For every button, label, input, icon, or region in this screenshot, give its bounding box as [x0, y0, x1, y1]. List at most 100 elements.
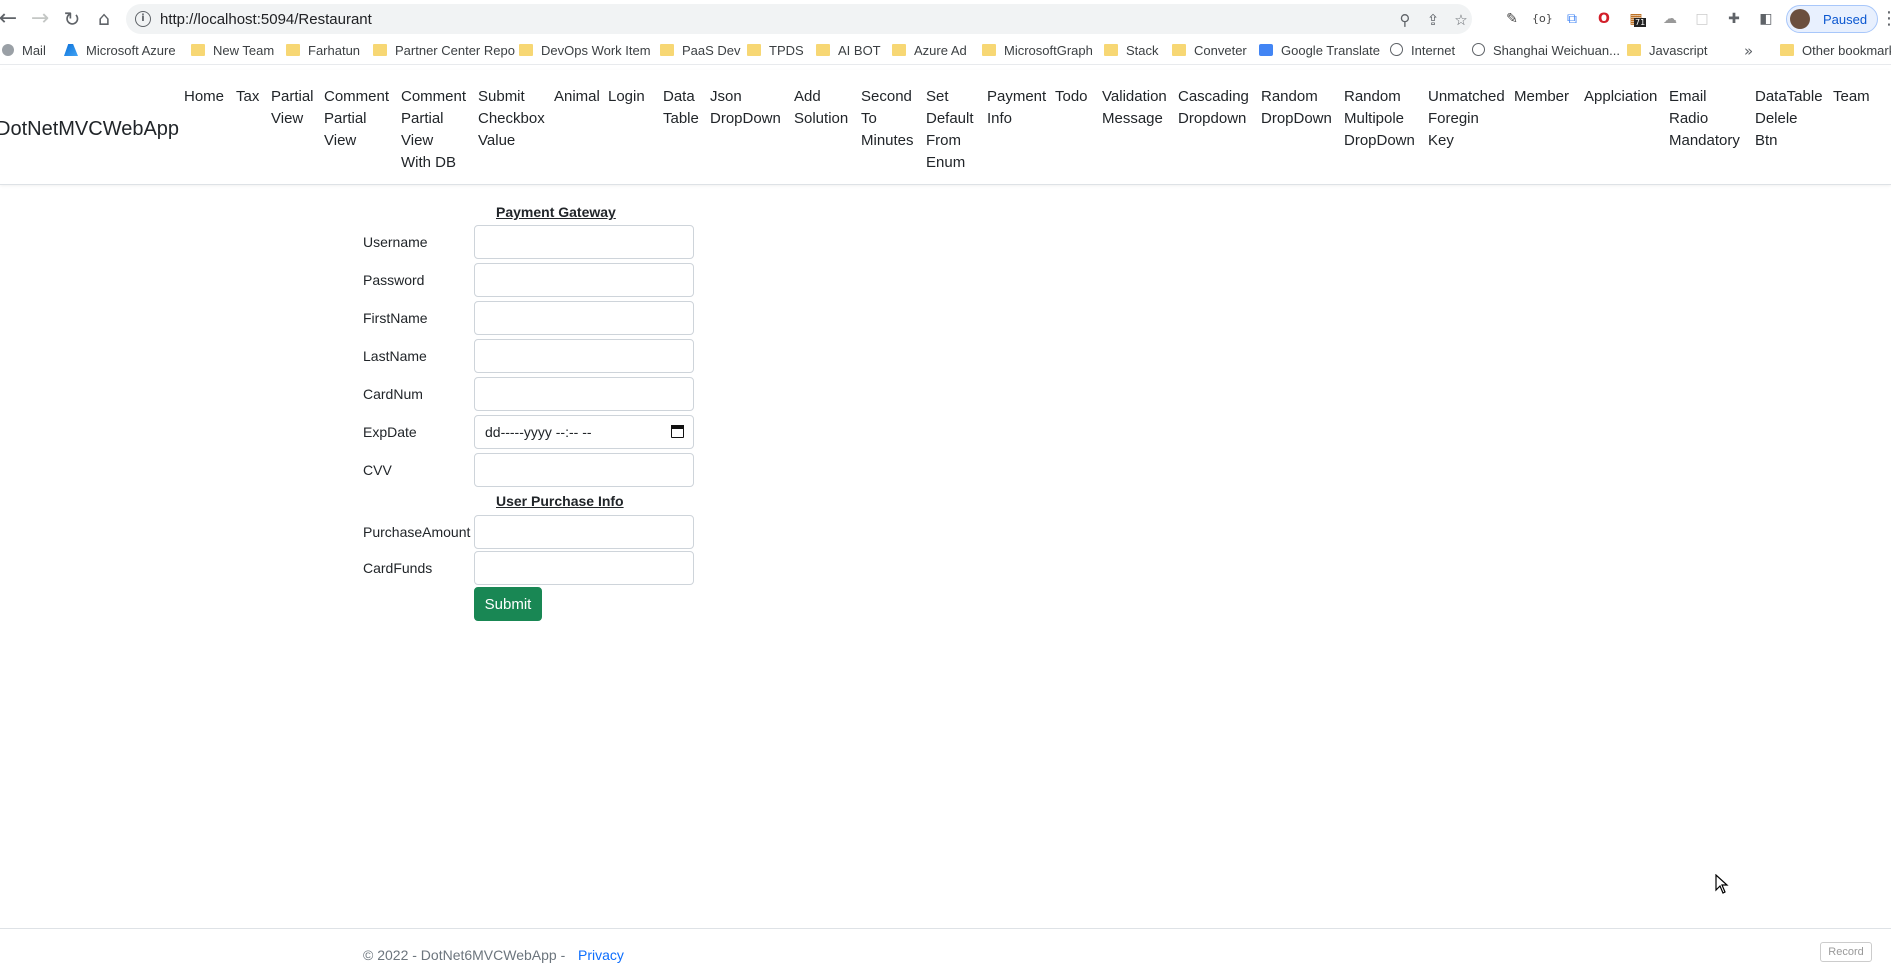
site-footer: © 2022 - DotNet6MVCWebApp - Privacy: [0, 928, 1891, 963]
profile-status: Paused: [1823, 12, 1868, 27]
bookmark-azure-ad[interactable]: Azure Ad: [892, 42, 967, 60]
nav-item-partial-view[interactable]: Partial View: [271, 86, 314, 130]
extension-cloud-icon[interactable]: ☁: [1660, 9, 1680, 29]
extension-blank-icon[interactable]: □: [1692, 9, 1712, 29]
profile-button[interactable]: Paused: [1786, 5, 1878, 33]
folder-icon: [982, 44, 996, 56]
url-text[interactable]: http://localhost:5094/Restaurant: [160, 11, 372, 28]
nav-item-comment-partial-view[interactable]: Comment Partial View: [324, 86, 389, 152]
nav-item-payment-info[interactable]: Payment Info: [987, 86, 1046, 130]
bookmark-new-team[interactable]: New Team: [191, 42, 274, 60]
cardfunds-input[interactable]: [474, 551, 694, 585]
zoom-icon[interactable]: ⚲: [1395, 10, 1415, 30]
firstname-input[interactable]: [474, 301, 694, 335]
forward-icon[interactable]: →: [26, 5, 54, 33]
extension-opera-icon[interactable]: O: [1594, 9, 1614, 29]
browser-menu-icon[interactable]: ⋮: [1880, 9, 1891, 29]
nav-item-data-table[interactable]: Data Table: [663, 86, 699, 130]
bookmark-stack[interactable]: Stack: [1104, 42, 1159, 60]
cvv-input[interactable]: [474, 453, 694, 487]
side-panel-icon[interactable]: ◧: [1756, 9, 1776, 29]
nav-item-cascading-dropdown[interactable]: Cascading Dropdown: [1178, 86, 1249, 130]
bookmark-label: Other bookmarks: [1802, 43, 1891, 58]
bookmark-devops-work-item[interactable]: DevOps Work Item: [519, 42, 651, 60]
folder-icon: [892, 44, 906, 56]
folder-icon: [191, 44, 205, 56]
cardnum-input[interactable]: [474, 377, 694, 411]
nav-item-add-solution[interactable]: Add Solution: [794, 86, 848, 130]
username-input[interactable]: [474, 225, 694, 259]
nav-item-team[interactable]: Team: [1833, 86, 1870, 108]
calendar-icon[interactable]: [671, 425, 684, 438]
bookmark-star-icon[interactable]: ☆: [1451, 10, 1471, 30]
bookmark-paas-dev[interactable]: PaaS Dev: [660, 42, 741, 60]
bookmark-microsoft-azure[interactable]: Microsoft Azure: [64, 42, 176, 60]
nav-item-random-dropdown[interactable]: Random DropDown: [1261, 86, 1332, 130]
bookmark-label: Mail: [22, 43, 46, 58]
extension-json-icon[interactable]: {o}: [1532, 9, 1553, 29]
bookmark-google-translate[interactable]: Google Translate: [1259, 42, 1380, 60]
bookmark-tpds[interactable]: TPDS: [747, 42, 804, 60]
nav-item-tax[interactable]: Tax: [236, 86, 259, 108]
nav-item-animal[interactable]: Animal: [554, 86, 600, 108]
nav-item-datatable-delele-btn[interactable]: DataTable Delele Btn: [1755, 86, 1823, 152]
bookmark-internet[interactable]: Internet: [1390, 42, 1455, 60]
extension-counter-icon[interactable]: ▦71: [1626, 9, 1647, 29]
site-navbar: DotNetMVCWebApp Home Tax Partial View Comme…: [0, 70, 1891, 185]
bookmark-label: Shanghai Weichuan...: [1493, 43, 1620, 58]
submit-button[interactable]: Submit: [474, 587, 542, 621]
nav-item-applciation[interactable]: Applciation: [1584, 86, 1657, 108]
purchaseamount-input[interactable]: [474, 515, 694, 549]
folder-icon: [816, 44, 830, 56]
share-icon[interactable]: ⇪: [1423, 10, 1443, 30]
lastname-input[interactable]: [474, 339, 694, 373]
address-bar[interactable]: i http://localhost:5094/Restaurant ⚲ ⇪ ☆: [126, 4, 1472, 34]
reload-icon[interactable]: ↻: [58, 5, 86, 33]
firstname-label: FirstName: [363, 310, 428, 326]
nav-item-unmatched-foregin-key[interactable]: Unmatched Foregin Key: [1428, 86, 1505, 152]
privacy-link[interactable]: Privacy: [578, 947, 624, 963]
folder-icon: [1104, 44, 1118, 56]
nav-item-member[interactable]: Member: [1514, 86, 1569, 108]
nav-item-login[interactable]: Login: [608, 86, 645, 108]
bookmark-label: Stack: [1126, 43, 1159, 58]
nav-item-todo[interactable]: Todo: [1055, 86, 1088, 108]
bookmarks-bar: Mail Microsoft Azure New Team Farhatun P…: [0, 38, 1891, 65]
bookmarks-overflow-icon[interactable]: »: [1744, 42, 1753, 60]
nav-item-validation-message[interactable]: Validation Message: [1102, 86, 1167, 130]
site-brand[interactable]: DotNetMVCWebApp: [0, 118, 179, 141]
avatar: [1790, 9, 1810, 29]
payment-gateway-title: Payment Gateway: [496, 204, 616, 220]
extensions-puzzle-icon[interactable]: ✚: [1724, 9, 1744, 29]
bookmark-shanghai-weichuan[interactable]: Shanghai Weichuan...: [1472, 42, 1620, 60]
nav-item-email-radio-mandatory[interactable]: Email Radio Mandatory: [1669, 86, 1740, 152]
bookmark-conveter[interactable]: Conveter: [1172, 42, 1247, 60]
nav-item-comment-partial-view-with-db[interactable]: Comment Partial View With DB: [401, 86, 466, 174]
extension-edit-icon[interactable]: ✎: [1502, 9, 1522, 29]
nav-item-json-dropdown[interactable]: Json DropDown: [710, 86, 781, 130]
record-button[interactable]: Record: [1820, 942, 1872, 962]
purchaseamount-label: PurchaseAmount: [363, 524, 471, 540]
bookmark-partner-center-repo[interactable]: Partner Center Repo: [373, 42, 515, 60]
expdate-input[interactable]: dd-----yyyy --:-- --: [474, 415, 694, 449]
bookmark-other-bookmarks[interactable]: Other bookmarks: [1780, 42, 1891, 60]
nav-item-submit-checkbox-value[interactable]: Submit Checkbox Value: [478, 86, 545, 152]
nav-item-second-to-minutes[interactable]: Second To Minutes: [861, 86, 914, 152]
bookmark-javascript[interactable]: Javascript: [1627, 42, 1708, 60]
nav-item-random-multipole-dropdown[interactable]: Random Multipole DropDown: [1344, 86, 1415, 152]
mail-icon: [2, 44, 14, 56]
back-icon[interactable]: ←: [0, 5, 22, 33]
bookmark-ai-bot[interactable]: AI BOT: [816, 42, 881, 60]
username-label: Username: [363, 234, 428, 250]
folder-icon: [1627, 44, 1641, 56]
bookmark-mail[interactable]: Mail: [2, 42, 46, 60]
site-info-icon[interactable]: i: [135, 11, 151, 27]
bookmark-label: New Team: [213, 43, 275, 58]
extension-translate-icon[interactable]: ⧉: [1562, 9, 1582, 29]
password-input[interactable]: [474, 263, 694, 297]
bookmark-farhatun[interactable]: Farhatun: [286, 42, 360, 60]
nav-item-set-default-from-enum[interactable]: Set Default From Enum: [926, 86, 974, 174]
home-icon[interactable]: ⌂: [90, 5, 118, 33]
nav-item-home[interactable]: Home: [184, 86, 224, 108]
bookmark-microsoftgraph[interactable]: MicrosoftGraph: [982, 42, 1093, 60]
